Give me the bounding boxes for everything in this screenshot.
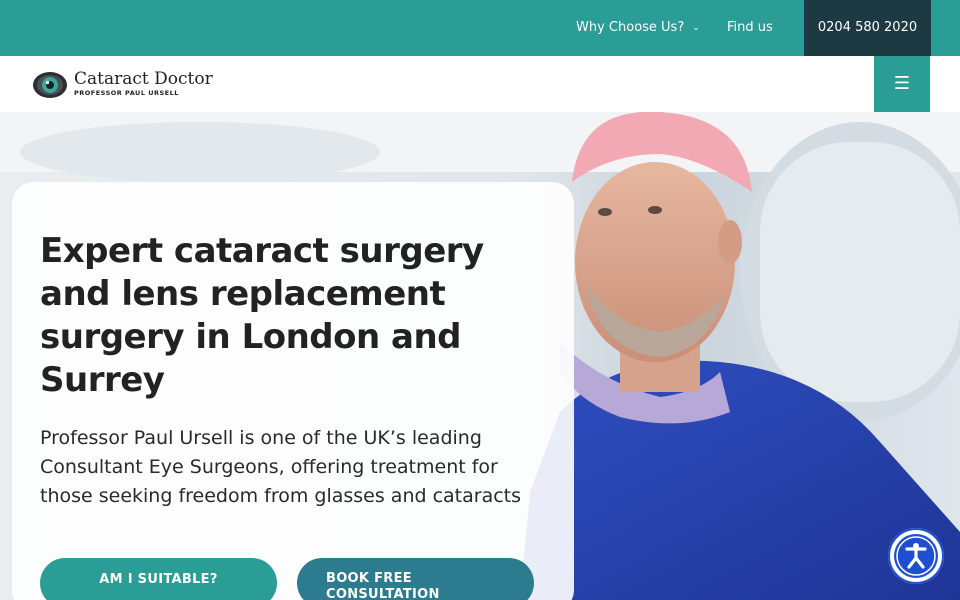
eye-logo-icon [33, 72, 67, 98]
accessibility-icon [888, 528, 944, 584]
am-i-suitable-button[interactable]: AM I SUITABLE? [40, 558, 277, 600]
book-button-line1: BOOK FREE [326, 571, 412, 586]
hamburger-menu-icon[interactable]: ☰ [874, 56, 930, 112]
accessibility-button[interactable] [888, 528, 944, 584]
logo-title: Cataract Doctor [74, 69, 213, 89]
hero-headline: Expert cataract surgery and lens replace… [40, 231, 484, 400]
nav-find-us[interactable]: Find us [727, 0, 773, 56]
nav-why-choose-us[interactable]: Why Choose Us? ⌄ [576, 0, 700, 56]
site-header: Cataract Doctor PROFESSOR PAUL URSELL ☰ [0, 56, 960, 112]
chevron-down-icon: ⌄ [692, 23, 700, 33]
book-free-consultation-button[interactable]: BOOK FREE CONSULTATION [297, 558, 534, 600]
hero-description: Professor Paul Ursell is one of the UK’s… [40, 427, 522, 507]
phone-button[interactable]: 0204 580 2020 [804, 0, 931, 56]
nav-why-label: Why Choose Us? [576, 20, 685, 35]
logo-subtitle: PROFESSOR PAUL URSELL [74, 89, 179, 97]
top-bar: Why Choose Us? ⌄ Find us 0204 580 2020 [0, 0, 960, 56]
book-button-line2: CONSULTATION [326, 587, 440, 600]
